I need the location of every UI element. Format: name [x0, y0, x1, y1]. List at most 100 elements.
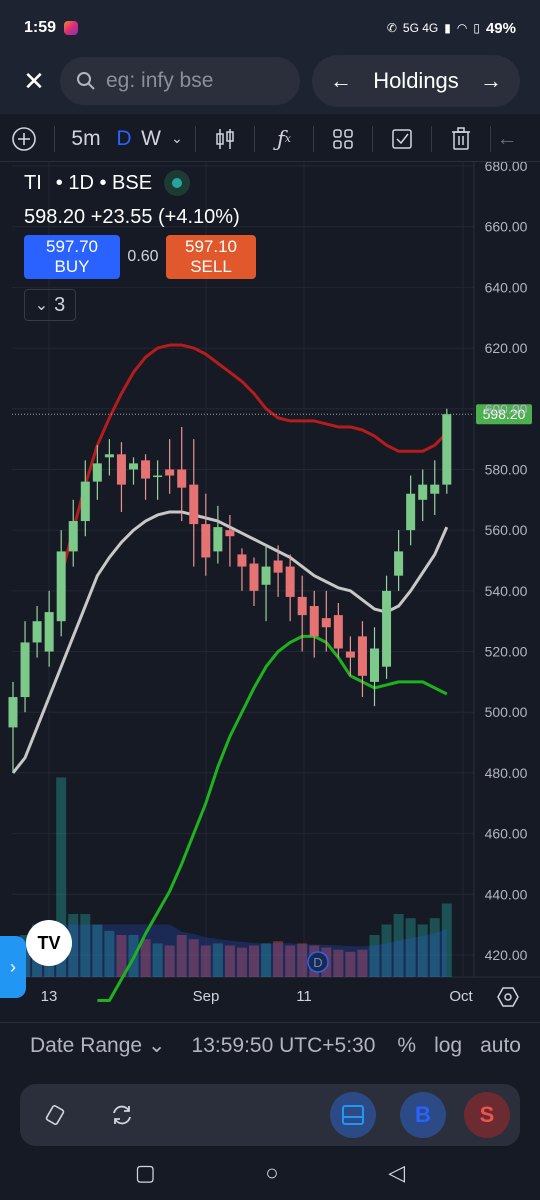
candle-body — [141, 460, 151, 479]
x-tick-label: Sep — [193, 988, 220, 1005]
indicators-fx-icon[interactable]: ƒx — [261, 116, 307, 162]
settings-hex-icon — [497, 987, 519, 1007]
candle-body — [104, 454, 114, 458]
action-bar: B S — [20, 1084, 520, 1146]
indicators-count: 3 — [54, 293, 66, 316]
watchlist-label[interactable]: Holdings — [373, 68, 459, 94]
candle-body — [237, 554, 247, 567]
candle-body — [92, 463, 102, 482]
call-icon: ✆ — [386, 21, 397, 35]
y-tick-label: 560.00 — [485, 522, 528, 538]
candle-body — [370, 648, 379, 682]
signal-icon: ▮ — [444, 21, 451, 35]
x-tick-label: Oct — [449, 988, 473, 1005]
y-tick-label: 420.00 — [485, 947, 528, 963]
toolbar-divider — [54, 125, 55, 152]
trade-row: 597.70 BUY 0.60 597.10 SELL — [24, 235, 256, 279]
checkbox-icon — [392, 128, 412, 149]
candle-body — [285, 566, 295, 597]
search-input[interactable] — [106, 69, 276, 93]
indicators-toggle-button[interactable]: ⌄ 3 — [24, 289, 76, 321]
header: ✕ ← Holdings → — [0, 48, 540, 114]
date-range-dropdown[interactable]: Date Range ⌄ — [30, 1033, 166, 1058]
toolbar-divider — [431, 125, 432, 152]
candle-body — [430, 484, 440, 494]
x-tick-label: 11 — [296, 988, 312, 1005]
candle-body — [8, 697, 18, 728]
templates-button[interactable] — [320, 116, 366, 162]
candle-body — [177, 469, 187, 488]
refresh-button[interactable] — [102, 1095, 142, 1135]
candle-body — [80, 481, 90, 522]
chart-toolbar: 5m D W ⌄ ƒx ← — [0, 116, 540, 162]
y-tick-label: 580.00 — [485, 461, 528, 477]
interval-dropdown-chevron-icon[interactable]: ⌄ — [165, 116, 189, 162]
toolbar-divider — [372, 125, 373, 152]
toolbar-divider — [313, 125, 314, 152]
close-icon: ✕ — [23, 65, 45, 96]
y-tick-label: 440.00 — [485, 886, 528, 902]
search-box[interactable] — [60, 57, 300, 105]
candle-body — [165, 469, 175, 476]
refresh-icon — [113, 1105, 131, 1125]
sell-button[interactable]: 597.10 SELL — [166, 235, 256, 279]
previous-arrow-icon[interactable]: ← — [330, 68, 352, 94]
back-icon[interactable]: ◁ — [388, 1160, 405, 1186]
buy-price: 597.70 — [46, 237, 98, 256]
spread-value: 0.60 — [127, 248, 159, 265]
eraser-tool-button[interactable] — [36, 1095, 76, 1135]
chart-area[interactable]: 598.20 680.00 660.00 640.00 620.00 600.00 580.… — [0, 162, 540, 1022]
dividend-marker-label: D — [313, 955, 322, 970]
candle-body — [201, 524, 211, 558]
side-panel-handle[interactable]: › — [0, 936, 26, 998]
layout-button[interactable] — [330, 1092, 376, 1138]
recents-icon[interactable]: ▢ — [135, 1160, 156, 1186]
timezone-clock[interactable]: 13:59:50 UTC+5:30 — [192, 1034, 376, 1058]
network-label: 5G 4G — [402, 21, 439, 35]
candle-body — [225, 530, 235, 537]
tradingview-logo: TV — [26, 920, 72, 966]
auto-scale-toggle[interactable]: auto — [480, 1034, 521, 1058]
market-status-icon — [164, 170, 191, 196]
layout-panel-icon — [342, 1105, 364, 1125]
candle-body — [116, 454, 126, 485]
chart-settings-button[interactable] — [494, 983, 522, 1011]
candle-body — [357, 636, 367, 676]
grid-icon — [333, 128, 353, 149]
percent-scale-toggle[interactable]: % — [397, 1034, 416, 1058]
symbol-name[interactable]: TI — [24, 172, 42, 195]
add-symbol-button[interactable] — [0, 116, 48, 162]
home-icon[interactable]: ○ — [265, 1160, 278, 1186]
y-tick-label: 660.00 — [485, 219, 528, 235]
buy-button[interactable]: 597.70 BUY — [24, 235, 120, 279]
candle-body — [297, 596, 307, 616]
y-tick-label: 480.00 — [485, 765, 528, 781]
watchlist-nav: ← Holdings → — [312, 55, 520, 107]
quick-sell-button[interactable]: S — [464, 1092, 510, 1138]
candle-body — [20, 642, 30, 698]
interval-5m[interactable]: 5m — [61, 116, 111, 162]
y-tick-label: 620.00 — [485, 340, 528, 356]
delete-button[interactable] — [438, 116, 484, 162]
interval-w[interactable]: W — [137, 116, 165, 162]
candle-body — [273, 560, 283, 573]
instagram-icon — [64, 21, 79, 35]
close-button[interactable]: ✕ — [8, 55, 60, 107]
candle-body — [309, 606, 319, 637]
undo-icon[interactable]: ← — [497, 116, 518, 162]
search-icon — [77, 72, 95, 90]
x-tick-label: 13 — [41, 988, 58, 1005]
chart-type-button[interactable] — [202, 116, 248, 162]
log-scale-toggle[interactable]: log — [434, 1034, 462, 1058]
candle-body — [249, 563, 259, 591]
interval-d[interactable]: D — [111, 116, 137, 162]
y-tick-label: 520.00 — [485, 644, 528, 660]
buy-label: BUY — [54, 257, 90, 276]
toolbar-divider — [195, 125, 196, 152]
candle-body — [442, 414, 452, 485]
quick-buy-button[interactable]: B — [400, 1092, 446, 1138]
alert-button[interactable] — [379, 116, 425, 162]
next-arrow-icon[interactable]: → — [480, 68, 502, 94]
candle-body — [345, 651, 355, 658]
eraser-icon — [45, 1105, 65, 1125]
